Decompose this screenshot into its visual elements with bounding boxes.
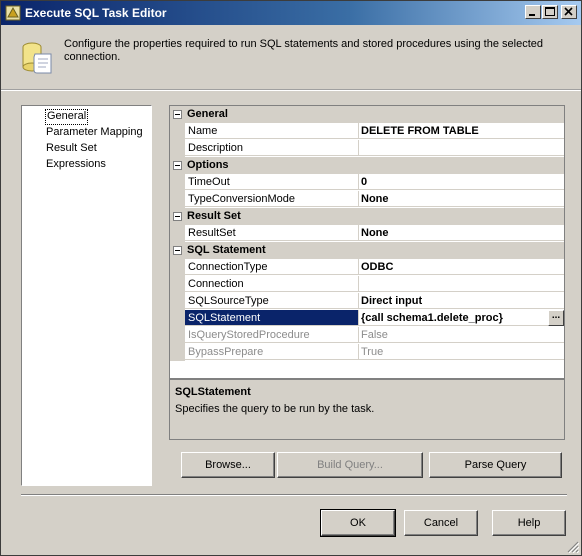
category-label: General [187, 108, 228, 120]
property-row[interactable]: SQLSourceType Direct input [170, 293, 564, 310]
dialog-window: Execute SQL Task Editor Configure the pr… [0, 0, 582, 556]
collapse-icon[interactable] [173, 161, 182, 170]
help-button[interactable]: Help [492, 510, 566, 536]
row-gutter [170, 276, 185, 293]
category-sql-statement[interactable]: SQL Statement [170, 242, 564, 259]
dialog-header: Configure the properties required to run… [1, 25, 581, 89]
property-name: Name [185, 123, 359, 139]
property-grid: General Name DELETE FROM TABLE Descripti… [169, 105, 565, 379]
category-general[interactable]: General [170, 106, 564, 123]
property-value[interactable]: DELETE FROM TABLE [359, 123, 564, 139]
sql-statement-value[interactable]: {call schema1.delete_proc} [359, 310, 564, 326]
minimize-icon [529, 14, 535, 16]
build-query-button[interactable]: Build Query... [277, 452, 423, 478]
nav-panel: General Parameter Mapping Result Set Exp… [21, 105, 152, 486]
property-row-selected[interactable]: SQLStatement {call schema1.delete_proc} … [170, 310, 564, 327]
nav-item-parameter-mapping[interactable]: Parameter Mapping [45, 125, 144, 139]
row-gutter [170, 123, 185, 140]
row-gutter [170, 140, 185, 157]
collapse-icon[interactable] [173, 110, 182, 119]
property-name: SQLSourceType [185, 293, 359, 309]
cancel-button[interactable]: Cancel [404, 510, 478, 536]
help-text: Specifies the query to be run by the tas… [175, 403, 375, 415]
maximize-icon [545, 7, 555, 16]
property-value[interactable]: 0 [359, 174, 564, 190]
nav-item-expressions[interactable]: Expressions [45, 157, 107, 171]
property-name: Connection [185, 276, 359, 292]
property-value: False [359, 327, 564, 343]
row-gutter [170, 174, 185, 191]
property-row[interactable]: ConnectionType ODBC [170, 259, 564, 276]
parse-query-button[interactable]: Parse Query [429, 452, 562, 478]
row-gutter [170, 293, 185, 310]
sql-task-icon [5, 5, 21, 21]
row-gutter [170, 225, 185, 242]
property-row[interactable]: TimeOut 0 [170, 174, 564, 191]
property-value[interactable]: ODBC [359, 259, 564, 275]
property-value[interactable] [359, 276, 564, 292]
property-row: BypassPrepare True [170, 344, 564, 361]
property-value[interactable]: None [359, 191, 564, 207]
property-name: Description [185, 140, 359, 156]
collapse-icon[interactable] [173, 212, 182, 221]
row-gutter [170, 344, 185, 361]
property-row[interactable]: Connection [170, 276, 564, 293]
footer-divider-highlight [21, 495, 567, 496]
property-row[interactable]: TypeConversionMode None [170, 191, 564, 208]
category-label: Options [187, 159, 229, 171]
property-name: TimeOut [185, 174, 359, 190]
property-value[interactable]: Direct input [359, 293, 564, 309]
property-name: ResultSet [185, 225, 359, 241]
header-description: Configure the properties required to run… [64, 38, 543, 63]
header-divider-highlight [1, 90, 581, 91]
property-help-box: SQLStatement Specifies the query to be r… [169, 379, 565, 440]
property-name: BypassPrepare [185, 344, 359, 360]
property-value: True [359, 344, 564, 360]
row-gutter [170, 327, 185, 344]
property-row[interactable]: ResultSet None [170, 225, 564, 242]
collapse-icon[interactable] [173, 246, 182, 255]
maximize-button[interactable] [542, 5, 558, 19]
property-name: IsQueryStoredProcedure [185, 327, 359, 343]
close-button[interactable] [561, 5, 577, 19]
property-row: IsQueryStoredProcedure False [170, 327, 564, 344]
database-scroll-icon [22, 42, 52, 74]
row-gutter [170, 310, 185, 327]
ok-button[interactable]: OK [320, 509, 396, 537]
category-options[interactable]: Options [170, 157, 564, 174]
property-value[interactable] [359, 140, 564, 156]
category-result-set[interactable]: Result Set [170, 208, 564, 225]
category-label: Result Set [187, 210, 241, 222]
property-value[interactable]: None [359, 225, 564, 241]
nav-item-general[interactable]: General [45, 109, 89, 125]
row-gutter [170, 259, 185, 276]
property-row[interactable]: Description [170, 140, 564, 157]
property-row[interactable]: Name DELETE FROM TABLE [170, 123, 564, 140]
help-title: SQLStatement [175, 386, 251, 398]
minimize-button[interactable] [525, 5, 541, 19]
browse-button[interactable]: Browse... [181, 452, 275, 478]
row-gutter [170, 191, 185, 208]
close-icon [564, 7, 573, 16]
resize-grip-icon[interactable] [567, 541, 579, 553]
title-bar[interactable]: Execute SQL Task Editor [1, 1, 581, 25]
property-name: ConnectionType [185, 259, 359, 275]
window-title: Execute SQL Task Editor [25, 6, 167, 20]
ellipsis-button[interactable]: ... [548, 310, 564, 326]
property-name: TypeConversionMode [185, 191, 359, 207]
nav-item-result-set[interactable]: Result Set [45, 141, 98, 155]
property-name: SQLStatement [185, 310, 359, 326]
category-label: SQL Statement [187, 244, 266, 256]
